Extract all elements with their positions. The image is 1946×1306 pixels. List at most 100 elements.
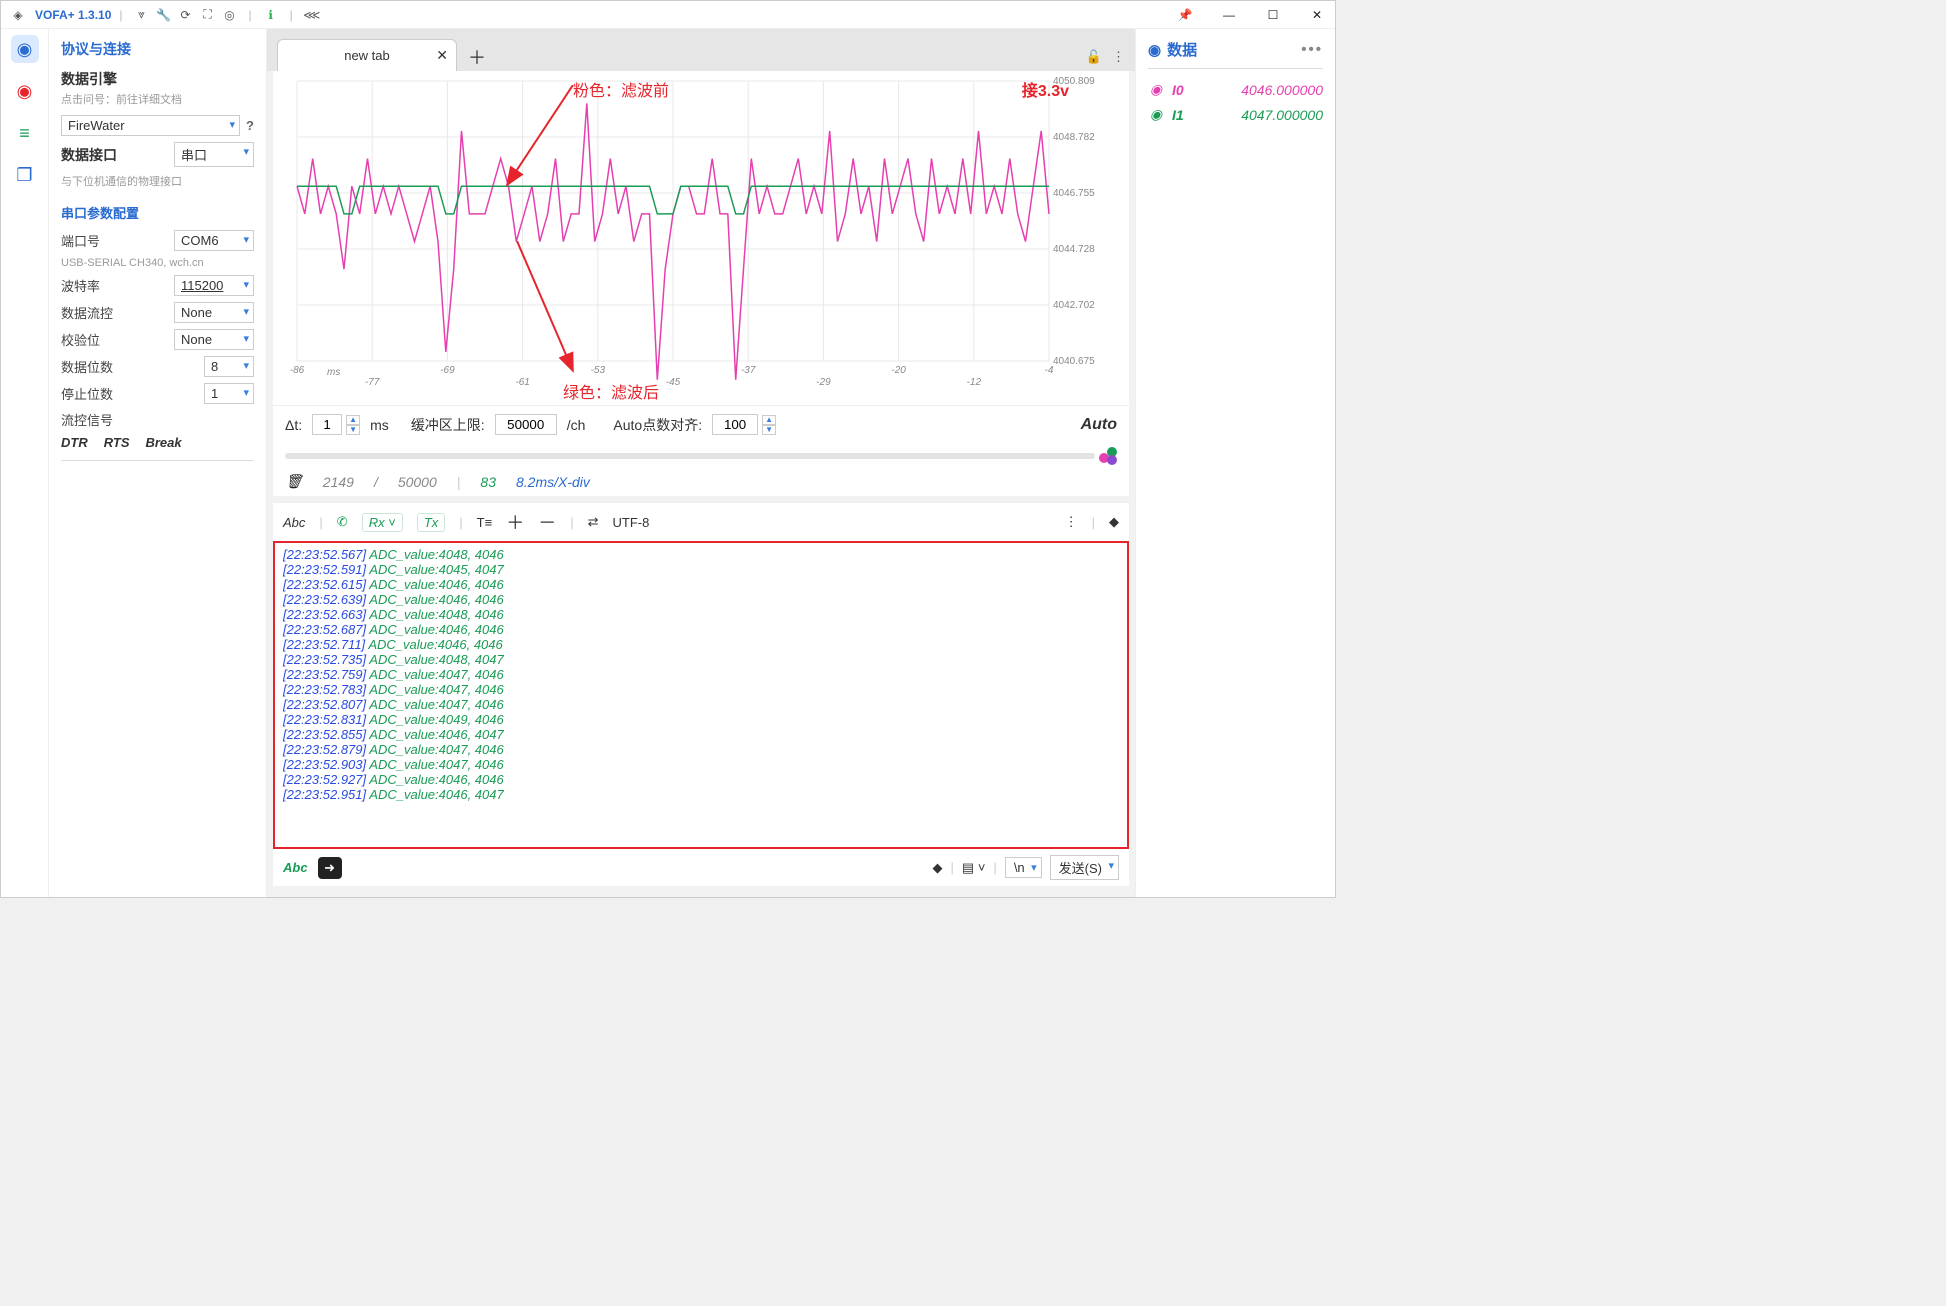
dt-input[interactable]	[312, 414, 342, 435]
text-format-icon[interactable]: T≡	[477, 515, 493, 530]
tab-more-icon[interactable]: ⋮	[1112, 49, 1125, 65]
phone-icon[interactable]: ✆	[337, 514, 348, 530]
status-cur: 2149	[323, 474, 354, 490]
rts-button[interactable]: RTS	[104, 435, 130, 450]
console-line: [22:23:52.807] ADC_value:4047, 4046	[283, 697, 1119, 712]
svg-text:-53: -53	[591, 365, 606, 376]
console-line: [22:23:52.663] ADC_value:4048, 4046	[283, 607, 1119, 622]
dt-unit: ms	[370, 417, 389, 433]
auto-button[interactable]: Auto	[1081, 416, 1117, 434]
wrench-icon[interactable]: 🔧	[155, 6, 173, 24]
data-row[interactable]: ◉I14047.000000	[1148, 106, 1323, 123]
titlebar: ◈ VOFA+ 1.3.10 | ⩔ 🔧 ⟳ ⛶ ◎ | ℹ | ⋘ 📌 ― ☐…	[1, 1, 1335, 29]
target-icon[interactable]: ◎	[221, 6, 239, 24]
row-eye-icon[interactable]: ◉	[1148, 81, 1164, 98]
svg-text:-4: -4	[1045, 365, 1054, 376]
rail-record-icon[interactable]: ◉	[11, 77, 39, 105]
baud-select[interactable]: 115200	[174, 275, 254, 296]
tab-close-icon[interactable]: ✕	[436, 47, 448, 64]
flow-label: 数据流控	[61, 303, 113, 322]
tab-new[interactable]: new tab ✕	[277, 39, 457, 71]
tool-icon-vofa[interactable]: ⩔	[133, 6, 151, 24]
rail-menu-icon[interactable]: ≡	[11, 119, 39, 147]
svg-text:4044.728: 4044.728	[1053, 244, 1095, 255]
send-book-icon[interactable]: ▤ ˅	[962, 860, 986, 876]
port-desc: USB-SERIAL CH340, wch.cn	[61, 257, 254, 269]
dtr-button[interactable]: DTR	[61, 435, 88, 450]
rx-button[interactable]: Rx ˅	[362, 513, 403, 532]
add-tab-button[interactable]: ＋	[463, 43, 491, 71]
close-button[interactable]: ✕	[1305, 5, 1329, 25]
status-sep: /	[374, 474, 378, 490]
abc-toggle[interactable]: Abc	[283, 515, 305, 530]
trash-icon[interactable]: 🗑	[285, 473, 303, 490]
rail-connection-icon[interactable]: ◉	[11, 35, 39, 63]
minimize-button[interactable]: ―	[1217, 5, 1241, 25]
baud-label: 波特率	[61, 276, 100, 295]
svg-text:-77: -77	[365, 377, 380, 388]
port-label: 端口号	[61, 231, 100, 250]
break-button[interactable]: Break	[145, 435, 181, 450]
flow-select[interactable]: None	[174, 302, 254, 323]
tool-icon-3[interactable]: ⟳	[177, 6, 195, 24]
unlock-icon[interactable]: 🔓	[1086, 49, 1102, 65]
time-slider[interactable]	[273, 443, 1129, 467]
svg-text:4040.675: 4040.675	[1053, 356, 1095, 367]
row-eye-icon[interactable]: ◉	[1148, 106, 1164, 123]
encoding-select[interactable]: UTF-8	[612, 515, 649, 530]
svg-text:-12: -12	[967, 377, 982, 388]
slider-handle-icon[interactable]	[1095, 447, 1117, 465]
status-total: 50000	[398, 474, 437, 490]
buf-input[interactable]	[495, 414, 557, 435]
info-icon[interactable]: ℹ	[262, 6, 280, 24]
databits-select[interactable]: 8	[204, 356, 254, 377]
chart-area[interactable]: 4040.6754042.7024044.7284046.7554048.782…	[273, 71, 1129, 405]
buf-unit: /ch	[567, 417, 586, 433]
collapse-icon[interactable]: ⋘	[303, 6, 321, 24]
tx-button[interactable]: Tx	[417, 513, 445, 532]
maximize-button[interactable]: ☐	[1261, 5, 1285, 25]
iface-sub: 与下位机通信的物理接口	[61, 173, 254, 189]
console-toolbar: Abc | ✆ Rx ˅ Tx | T≡ ＋ － | ⇄ UTF-8 ⋮ | ◆	[273, 502, 1129, 541]
svg-text:4046.755: 4046.755	[1053, 188, 1095, 199]
data-panel: ◉ 数据 ••• ◉I04046.000000◉I14047.000000	[1135, 29, 1335, 897]
data-row[interactable]: ◉I04046.000000	[1148, 81, 1323, 98]
help-icon[interactable]: ?	[246, 118, 254, 133]
send-mode-icon[interactable]: ➜	[318, 857, 342, 879]
zoom-out-icon[interactable]: －	[538, 509, 556, 535]
parity-select[interactable]: None	[174, 329, 254, 350]
align-input[interactable]	[712, 414, 758, 435]
iface-select[interactable]: 串口	[174, 142, 254, 167]
data-panel-more-icon[interactable]: •••	[1301, 41, 1323, 58]
tool-icon-4[interactable]: ⛶	[199, 6, 217, 24]
dt-stepper[interactable]: ▲▼	[346, 415, 360, 435]
eye-icon[interactable]: ◉	[1148, 41, 1161, 59]
console-more-icon[interactable]: ⋮	[1065, 514, 1078, 530]
rail-copy-icon[interactable]: ❐	[11, 161, 39, 189]
newline-select[interactable]: \n	[1005, 857, 1042, 878]
zoom-in-icon[interactable]: ＋	[506, 509, 524, 535]
annotation-volt: 接3.3v	[1022, 77, 1069, 101]
console-line: [22:23:52.831] ADC_value:4049, 4046	[283, 712, 1119, 727]
engine-sub: 点击问号：前往详细文档	[61, 91, 254, 107]
engine-label: 数据引擎	[61, 69, 254, 89]
console-line: [22:23:52.615] ADC_value:4046, 4046	[283, 577, 1119, 592]
engine-select[interactable]: FireWater	[61, 115, 240, 136]
send-bar: Abc ➜ ◆ | ▤ ˅ | \n 发送(S)	[273, 849, 1129, 886]
send-eraser-icon[interactable]: ◆	[933, 860, 943, 876]
send-abc[interactable]: Abc	[283, 860, 308, 875]
send-button[interactable]: 发送(S)	[1050, 855, 1119, 880]
pin-icon[interactable]: 📌	[1173, 5, 1197, 25]
control-bar: Δt: ▲▼ ms 缓冲区上限: /ch Auto点数对齐: ▲▼ Auto	[273, 405, 1129, 443]
svg-text:-29: -29	[816, 377, 831, 388]
stopbits-select[interactable]: 1	[204, 383, 254, 404]
console[interactable]: [22:23:52.567] ADC_value:4048, 4046[22:2…	[273, 541, 1129, 849]
console-line: [22:23:52.855] ADC_value:4046, 4047	[283, 727, 1119, 742]
filter-icon[interactable]: ⇄	[588, 514, 599, 530]
console-line: [22:23:52.903] ADC_value:4047, 4046	[283, 757, 1119, 772]
svg-text:-61: -61	[515, 377, 529, 388]
svg-text:4048.782: 4048.782	[1053, 132, 1095, 143]
align-stepper[interactable]: ▲▼	[762, 415, 776, 435]
eraser-icon[interactable]: ◆	[1109, 514, 1119, 530]
port-select[interactable]: COM6	[174, 230, 254, 251]
